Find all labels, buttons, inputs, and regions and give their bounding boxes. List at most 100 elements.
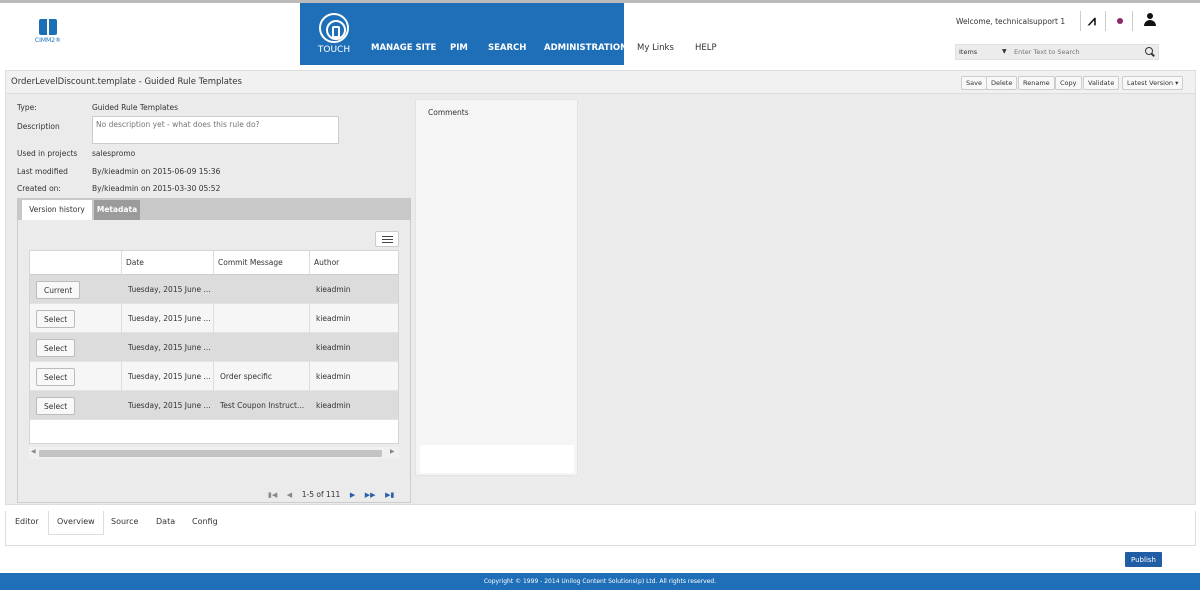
page-title: OrderLevelDiscount.template - Guided Rul… (11, 77, 242, 87)
fingerprint-icon (319, 13, 349, 43)
header-divider (1080, 11, 1081, 31)
column-header-commit-message[interactable]: Commit Message (214, 251, 310, 275)
comment-input-box[interactable] (420, 445, 574, 473)
select-cell: Select (30, 333, 122, 362)
description-field[interactable] (92, 116, 339, 144)
table-row[interactable]: Select Tuesday, 2015 June ... Order spec… (30, 362, 398, 391)
copy-button[interactable]: Copy (1055, 76, 1082, 90)
select-version-button[interactable]: Select (36, 310, 76, 328)
logo-text: CIMM2® (34, 37, 62, 44)
table-row[interactable]: Select Tuesday, 2015 June ... kieadmin (30, 304, 398, 333)
header-divider (1105, 11, 1106, 31)
scroll-right-icon[interactable]: ▶ (390, 448, 395, 455)
nav-search[interactable]: SEARCH (488, 43, 526, 53)
editor-title-bar: OrderLevelDiscount.template - Guided Rul… (6, 71, 1195, 94)
select-cell: Select (30, 304, 122, 333)
select-cell: Current (30, 275, 122, 304)
last-page-icon[interactable]: ▶▮ (385, 491, 394, 499)
tab-editor[interactable]: Editor (7, 511, 47, 535)
save-button[interactable]: Save (961, 76, 987, 90)
column-header-author[interactable]: Author (310, 251, 398, 275)
header-divider (1132, 11, 1133, 31)
touch-nav-item[interactable]: TOUCH (316, 13, 352, 61)
search-input[interactable] (1014, 46, 1139, 58)
brand-icon[interactable]: ⩘ (1088, 13, 1096, 29)
main-nav: TOUCH MANAGE SITE PIM SEARCH ADMINISTRAT… (300, 3, 627, 65)
comments-panel: Comments (415, 99, 578, 476)
select-version-button[interactable]: Select (36, 339, 76, 357)
type-value: Guided Rule Templates (92, 103, 179, 112)
global-search-bar: Items ▼ (955, 44, 1159, 60)
column-header-select (30, 251, 122, 275)
pager: ▮◀ ◀ 1-5 of 111 ▶ ▶▶ ▶▮ (268, 490, 401, 502)
tab-version-history[interactable]: Version history (22, 200, 92, 220)
select-cell: Select (30, 391, 122, 420)
nav-my-links[interactable]: My Links (637, 43, 674, 53)
tab-overview[interactable]: Overview (48, 511, 104, 535)
tab-metadata[interactable]: Metadata (94, 200, 140, 220)
column-header-date[interactable]: Date (122, 251, 214, 275)
touch-label: TOUCH (317, 45, 351, 55)
previous-page-icon[interactable]: ◀ (287, 491, 292, 499)
date-cell: Tuesday, 2015 June ... (122, 333, 214, 362)
book-logo-icon (39, 19, 57, 35)
table-row[interactable]: Current Tuesday, 2015 June ... kieadmin (30, 275, 398, 304)
version-history-panel: Date Commit Message Author Current Tuesd… (17, 220, 411, 503)
nav-administration[interactable]: ADMINISTRATION (544, 43, 627, 53)
rename-button[interactable]: Rename (1018, 76, 1055, 90)
last-modified-label: Last modified (17, 167, 68, 176)
author-cell: kieadmin (316, 285, 351, 294)
scroll-left-icon[interactable]: ◀ (31, 448, 36, 455)
type-label: Type: (17, 103, 37, 112)
caret-down-icon[interactable]: ▼ (1002, 48, 1007, 55)
author-cell: kieadmin (316, 401, 351, 410)
author-cell: kieadmin (316, 314, 351, 323)
footer-copyright: Copyright © 1999 - 2014 Unilog Content S… (0, 573, 1200, 590)
search-icon[interactable] (1145, 47, 1155, 57)
table-row[interactable]: Select Tuesday, 2015 June ... Test Coupo… (30, 391, 398, 420)
validate-button[interactable]: Validate (1083, 76, 1120, 90)
nav-pim[interactable]: PIM (450, 43, 468, 53)
commit-message-cell: Test Coupon Instruct... (214, 391, 310, 420)
table-row[interactable]: Select Tuesday, 2015 June ... kieadmin (30, 333, 398, 362)
date-cell: Tuesday, 2015 June ... (122, 391, 214, 420)
publish-button[interactable]: Publish (1125, 552, 1162, 567)
select-cell: Select (30, 362, 122, 391)
column-picker-button[interactable] (375, 231, 399, 247)
created-on-value: By/kieadmin on 2015-03-30 05:52 (92, 184, 221, 193)
next-page-icon[interactable]: ▶ (350, 491, 355, 499)
delete-button[interactable]: Delete (986, 76, 1018, 90)
date-cell: Tuesday, 2015 June ... (122, 275, 214, 304)
tab-config[interactable]: Config (184, 511, 226, 535)
version-grid: Date Commit Message Author Current Tuesd… (29, 250, 399, 444)
used-in-projects-label: Used in projects (17, 149, 78, 158)
commit-message-cell (214, 333, 310, 362)
latest-version-dropdown[interactable]: Latest Version ▾ (1122, 76, 1184, 90)
commit-message-cell: Order specific (214, 362, 310, 391)
select-version-button[interactable]: Select (36, 397, 76, 415)
first-page-icon[interactable]: ▮◀ (268, 491, 277, 499)
description-label: Description (17, 122, 60, 131)
search-scope-select[interactable]: Items (959, 48, 977, 56)
scrollbar-thumb[interactable] (39, 450, 382, 457)
select-version-button[interactable]: Select (36, 368, 76, 386)
commit-message-cell (214, 304, 310, 333)
current-version-button[interactable]: Current (36, 281, 81, 299)
status-dot-icon[interactable] (1117, 18, 1123, 24)
created-on-label: Created on: (17, 184, 61, 193)
horizontal-scrollbar[interactable]: ◀ ▶ (29, 447, 399, 459)
user-icon[interactable] (1143, 13, 1157, 27)
tab-data[interactable]: Data (148, 511, 183, 535)
last-modified-value: By/kieadmin on 2015-06-09 15:36 (92, 167, 221, 176)
date-cell: Tuesday, 2015 June ... (122, 362, 214, 391)
cimm2-logo[interactable]: CIMM2® (33, 19, 63, 47)
editor-panel: OrderLevelDiscount.template - Guided Rul… (5, 70, 1196, 505)
fast-forward-icon[interactable]: ▶▶ (365, 491, 376, 499)
nav-manage-site[interactable]: MANAGE SITE (371, 43, 436, 53)
info-tabs: Version history Metadata (17, 198, 411, 220)
nav-help[interactable]: HELP (695, 43, 717, 53)
welcome-text: Welcome, technicalsupport 1 (956, 17, 1066, 26)
date-cell: Tuesday, 2015 June ... (122, 304, 214, 333)
tab-source[interactable]: Source (103, 511, 146, 535)
editor-view-tabs: Editor Overview Source Data Config (5, 511, 1196, 546)
